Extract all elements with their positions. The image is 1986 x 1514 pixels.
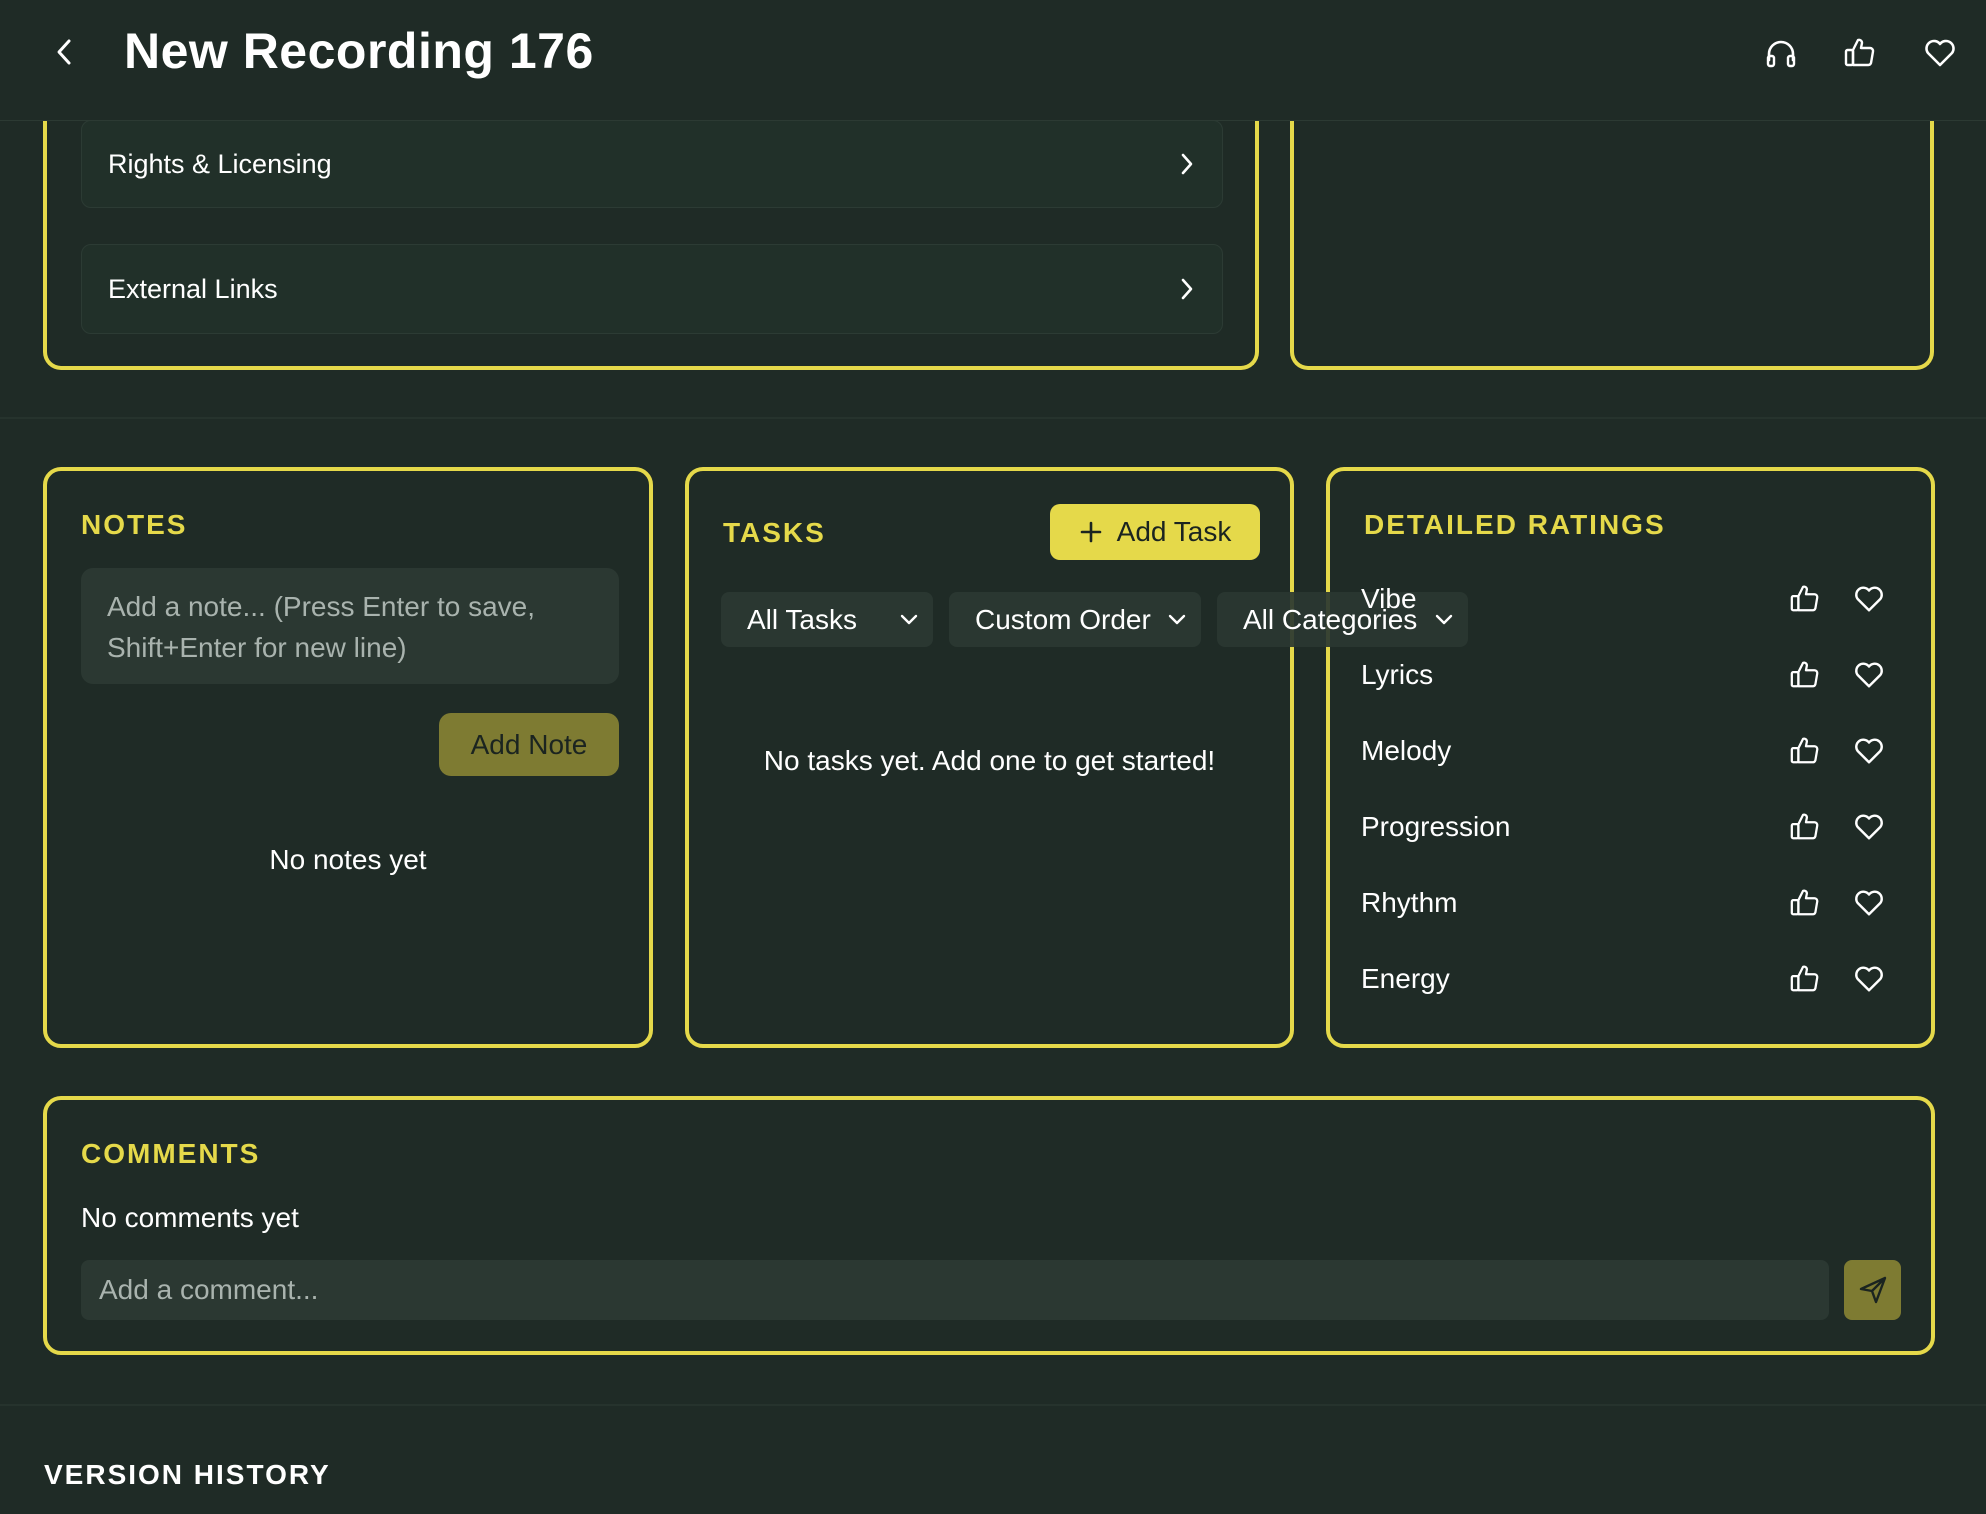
rate-love-button[interactable] bbox=[1847, 653, 1891, 697]
comment-input[interactable]: Add a comment... bbox=[81, 1260, 1829, 1320]
comments-title: COMMENTS bbox=[81, 1138, 261, 1169]
chevron-down-icon bbox=[1168, 614, 1186, 624]
rating-label: Rhythm bbox=[1361, 887, 1458, 918]
favorite-button[interactable] bbox=[1917, 30, 1963, 76]
comments-card: COMMENTS No comments yet Add a comment..… bbox=[43, 1096, 1935, 1355]
heart-icon bbox=[1855, 586, 1883, 612]
rating-row-vibe: Vibe bbox=[1361, 575, 1891, 623]
heart-icon bbox=[1925, 39, 1955, 67]
task-order-filter[interactable]: Custom Order bbox=[949, 592, 1201, 647]
add-note-button[interactable]: Add Note bbox=[439, 713, 619, 776]
note-input[interactable]: Add a note... (Press Enter to save, Shif… bbox=[81, 568, 619, 684]
tasks-title: TASKS bbox=[723, 517, 826, 548]
ratings-title: DETAILED RATINGS bbox=[1364, 509, 1666, 540]
chevron-right-icon bbox=[1181, 153, 1193, 175]
rate-love-button[interactable] bbox=[1847, 957, 1891, 1001]
filter-value: All Tasks bbox=[747, 603, 857, 635]
chevron-left-icon bbox=[57, 39, 71, 65]
notes-card: NOTES Add a note... (Press Enter to save… bbox=[43, 467, 653, 1048]
rights-licensing-row[interactable]: Rights & Licensing bbox=[81, 120, 1223, 208]
comments-empty-state: No comments yet bbox=[81, 1202, 299, 1233]
side-card bbox=[1290, 80, 1934, 370]
thumbs-up-icon bbox=[1790, 813, 1819, 840]
rate-love-button[interactable] bbox=[1847, 881, 1891, 925]
chevron-down-icon bbox=[900, 614, 918, 624]
row-label: External Links bbox=[108, 273, 278, 304]
back-button[interactable] bbox=[44, 28, 86, 76]
page-title: New Recording 176 bbox=[124, 23, 594, 79]
send-comment-button[interactable] bbox=[1844, 1260, 1901, 1320]
rate-love-button[interactable] bbox=[1847, 805, 1891, 849]
rate-like-button[interactable] bbox=[1783, 957, 1827, 1001]
like-button[interactable] bbox=[1837, 30, 1883, 76]
thumbs-up-icon bbox=[1790, 965, 1819, 992]
rating-label: Progression bbox=[1361, 811, 1511, 842]
rate-like-button[interactable] bbox=[1783, 805, 1827, 849]
thumbs-up-icon bbox=[1790, 585, 1819, 612]
external-links-row[interactable]: External Links bbox=[81, 244, 1223, 334]
rate-like-button[interactable] bbox=[1783, 577, 1827, 621]
listen-button[interactable] bbox=[1758, 30, 1804, 76]
rate-like-button[interactable] bbox=[1783, 653, 1827, 697]
thumbs-up-icon bbox=[1844, 38, 1875, 67]
rating-label: Melody bbox=[1361, 735, 1452, 766]
row-label: Rights & Licensing bbox=[108, 148, 332, 179]
app-header: New Recording 176 bbox=[0, 0, 1986, 121]
heart-icon bbox=[1855, 890, 1883, 916]
notes-title: NOTES bbox=[81, 509, 188, 540]
heart-icon bbox=[1855, 738, 1883, 764]
headphones-icon bbox=[1766, 40, 1796, 68]
heart-icon bbox=[1855, 814, 1883, 840]
thumbs-up-icon bbox=[1790, 737, 1819, 764]
rating-label: Lyrics bbox=[1361, 659, 1434, 690]
rating-label: Vibe bbox=[1361, 583, 1417, 614]
rating-row-melody: Melody bbox=[1361, 727, 1891, 775]
heart-icon bbox=[1855, 662, 1883, 688]
add-task-label: Add Task bbox=[1116, 516, 1232, 547]
rate-love-button[interactable] bbox=[1847, 729, 1891, 773]
task-status-filter[interactable]: All Tasks bbox=[721, 592, 933, 647]
heart-icon bbox=[1855, 966, 1883, 992]
chevron-right-icon bbox=[1181, 278, 1193, 300]
rating-row-energy: Energy bbox=[1361, 955, 1891, 1003]
rate-like-button[interactable] bbox=[1783, 729, 1827, 773]
rating-label: Energy bbox=[1361, 963, 1450, 994]
section-divider bbox=[0, 417, 1986, 419]
send-icon bbox=[1859, 1276, 1886, 1304]
add-task-button[interactable]: Add Task bbox=[1050, 504, 1260, 560]
rating-row-progression: Progression bbox=[1361, 803, 1891, 851]
plus-icon bbox=[1080, 521, 1101, 543]
version-history-title: VERSION HISTORY bbox=[44, 1459, 331, 1490]
filter-value: Custom Order bbox=[975, 603, 1151, 635]
thumbs-up-icon bbox=[1790, 661, 1819, 688]
section-divider bbox=[0, 1404, 1986, 1406]
rate-love-button[interactable] bbox=[1847, 577, 1891, 621]
notes-empty-state: No notes yet bbox=[269, 844, 427, 875]
rating-row-lyrics: Lyrics bbox=[1361, 651, 1891, 699]
rating-row-rhythm: Rhythm bbox=[1361, 879, 1891, 927]
thumbs-up-icon bbox=[1790, 889, 1819, 916]
rate-like-button[interactable] bbox=[1783, 881, 1827, 925]
metadata-card: Rights & Licensing External Links bbox=[43, 80, 1259, 370]
tasks-empty-state: No tasks yet. Add one to get started! bbox=[763, 745, 1216, 776]
